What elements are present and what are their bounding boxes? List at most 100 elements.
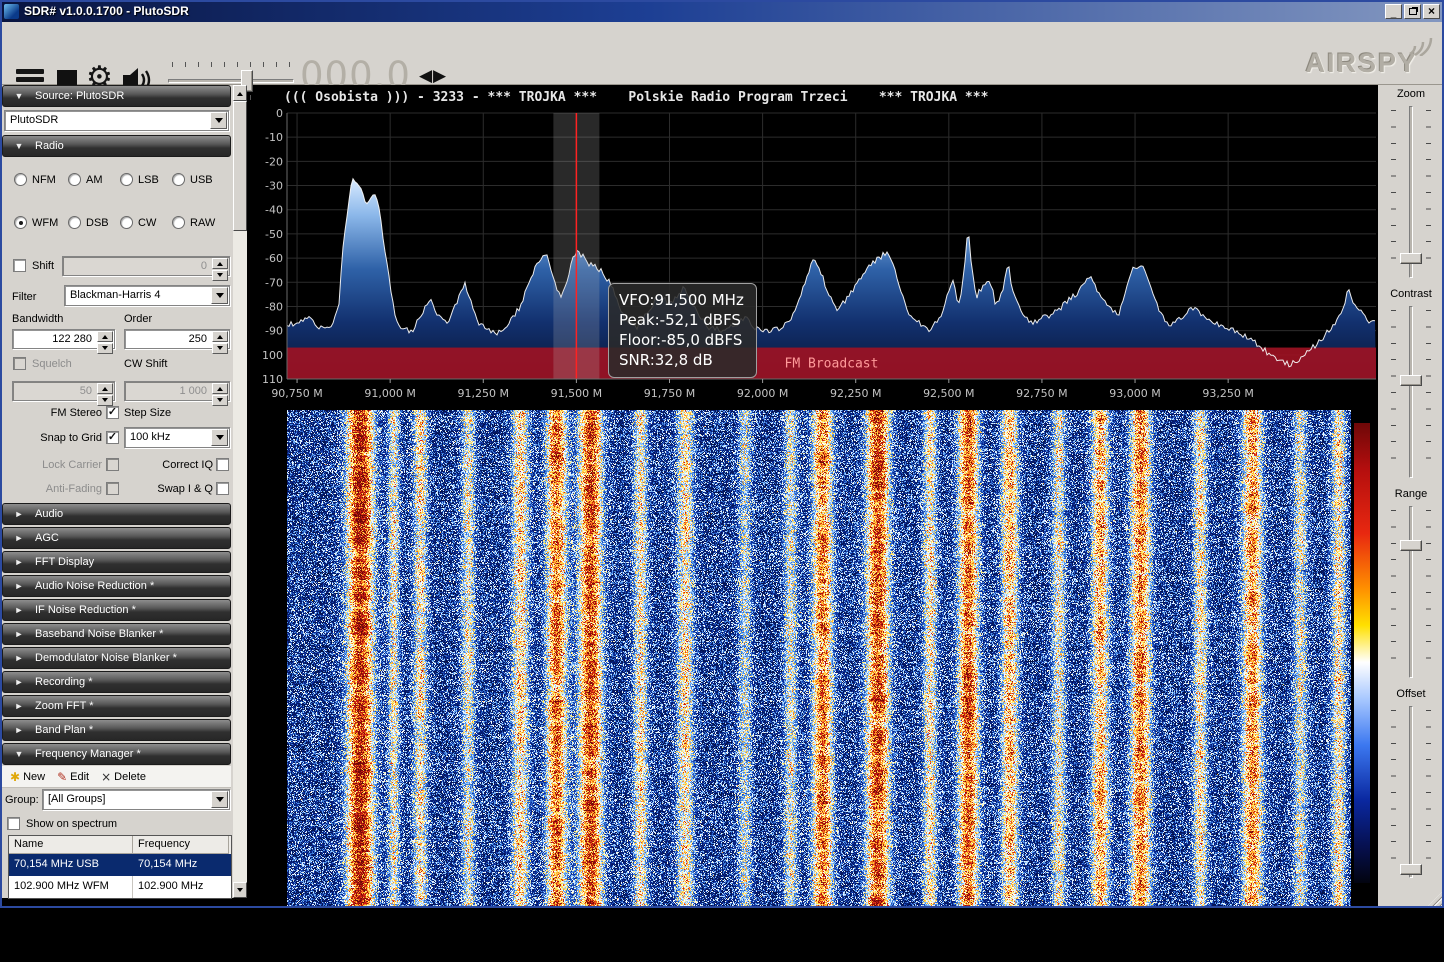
- zoom-slider[interactable]: Zoom: [1378, 88, 1444, 280]
- cw-shift-input[interactable]: 1 000: [124, 381, 230, 401]
- lock-carrier-checkbox[interactable]: [106, 458, 119, 471]
- chevron-down-icon[interactable]: [210, 112, 227, 129]
- slider-area[interactable]: [1391, 104, 1431, 280]
- range-slider[interactable]: Range: [1378, 488, 1444, 680]
- panel-header-zoom-fft[interactable]: ►Zoom FFT *: [2, 695, 231, 717]
- panel-header-fft-display[interactable]: ►FFT Display: [2, 551, 231, 573]
- slider-track[interactable]: [1409, 506, 1413, 678]
- mode-radio-lsb[interactable]: [120, 173, 133, 186]
- shift-input[interactable]: 0: [62, 256, 230, 276]
- column-header-name[interactable]: Name: [9, 836, 133, 854]
- scroll-up-icon[interactable]: [233, 85, 247, 101]
- spin-up-icon[interactable]: [97, 383, 113, 394]
- panel-header-frequency-manager[interactable]: ▼Frequency Manager *: [2, 743, 231, 765]
- step-size-label: Step Size: [124, 407, 171, 419]
- slider-area[interactable]: [1391, 704, 1431, 880]
- slider-track[interactable]: [1409, 306, 1413, 478]
- scrollbar-thumb[interactable]: [233, 101, 247, 231]
- spin-down-icon[interactable]: [212, 395, 228, 406]
- mode-label-raw: RAW: [190, 217, 215, 229]
- spin-up-icon[interactable]: [97, 331, 113, 342]
- spin-up-icon[interactable]: [212, 383, 228, 394]
- mode-radio-cw[interactable]: [120, 216, 133, 229]
- source-panel-header[interactable]: ▼ Source: PlutoSDR: [2, 85, 231, 107]
- delete-button[interactable]: ×Delete: [97, 769, 150, 785]
- mode-radio-raw[interactable]: [172, 216, 185, 229]
- panel-header-audio-noise-reduction[interactable]: ►Audio Noise Reduction *: [2, 575, 231, 597]
- mode-radio-nfm[interactable]: [14, 173, 27, 186]
- slider-track[interactable]: [1409, 706, 1413, 878]
- new-button[interactable]: ✱New: [6, 769, 49, 785]
- spectrum-plot[interactable]: FM Broadcast0-10-20-30-40-50-60-70-80-90…: [262, 105, 1378, 405]
- chevron-down-icon[interactable]: [211, 429, 228, 446]
- restore-button[interactable]: [1404, 4, 1421, 19]
- mode-radio-wfm[interactable]: [14, 216, 27, 229]
- order-label: Order: [124, 313, 152, 325]
- freq-axis-label: 92,750 M: [1016, 387, 1067, 400]
- snap-to-grid-checkbox[interactable]: [106, 431, 119, 444]
- table-row[interactable]: 70,154 MHz USB70,154 MHz: [9, 854, 231, 876]
- mode-radio-usb[interactable]: [172, 173, 185, 186]
- slider-area[interactable]: [1391, 304, 1431, 480]
- mode-radio-dsb[interactable]: [68, 216, 81, 229]
- panel-header-demodulator-noise-blanker[interactable]: ►Demodulator Noise Blanker *: [2, 647, 231, 669]
- shift-checkbox[interactable]: [13, 259, 26, 272]
- anti-fading-checkbox[interactable]: [106, 482, 119, 495]
- sidebar-scrollbar[interactable]: [233, 85, 247, 898]
- panel-header-band-plan[interactable]: ►Band Plan *: [2, 719, 231, 741]
- spin-down-icon[interactable]: [212, 343, 228, 354]
- swap-iq-checkbox[interactable]: [216, 482, 229, 495]
- tick-marks: [1426, 510, 1431, 674]
- waterfall-canvas[interactable]: [287, 410, 1351, 908]
- edit-button[interactable]: ✎Edit: [53, 769, 93, 785]
- table-row[interactable]: 102.900 MHz WFM102.900 MHz: [9, 876, 231, 898]
- spin-up-icon[interactable]: [212, 258, 228, 269]
- spin-down-icon[interactable]: [97, 343, 113, 354]
- contrast-slider[interactable]: Contrast: [1378, 288, 1444, 480]
- mode-radio-am[interactable]: [68, 173, 81, 186]
- show-on-spectrum-checkbox[interactable]: [7, 817, 20, 830]
- panel-header-agc[interactable]: ►AGC: [2, 527, 231, 549]
- db-axis-label: -40: [265, 204, 283, 217]
- collapsed-arrow-icon: ►: [3, 509, 35, 519]
- close-button[interactable]: ×: [1423, 4, 1440, 19]
- resize-grip-icon[interactable]: [1428, 892, 1442, 906]
- freq-axis-label: 91,250 M: [458, 387, 509, 400]
- squelch-input[interactable]: 50: [12, 381, 115, 401]
- spin-down-icon[interactable]: [97, 395, 113, 406]
- order-input[interactable]: 250: [124, 329, 230, 349]
- panel-header-baseband-noise-blanker[interactable]: ►Baseband Noise Blanker *: [2, 623, 231, 645]
- correct-iq-checkbox[interactable]: [216, 458, 229, 471]
- panel-header-audio[interactable]: ►Audio: [2, 503, 231, 525]
- minimize-button[interactable]: _: [1385, 4, 1402, 19]
- spin-down-icon[interactable]: [212, 270, 228, 281]
- chevron-down-icon[interactable]: [211, 791, 228, 808]
- title-bar[interactable]: SDR# v1.0.0.1700 - PlutoSDR _ ×: [0, 0, 1444, 22]
- mode-label-am: AM: [86, 174, 103, 186]
- step-size-select[interactable]: 100 kHz: [124, 427, 230, 448]
- panel-header-recording[interactable]: ►Recording *: [2, 671, 231, 693]
- main-display: ((( Osobista ))) - 3233 - *** TROJKA ***…: [262, 85, 1378, 908]
- tune-down-icon[interactable]: ◀: [419, 66, 432, 86]
- tune-up-icon[interactable]: ▶: [433, 66, 446, 86]
- chevron-down-icon[interactable]: [211, 287, 228, 304]
- offset-slider[interactable]: Offset: [1378, 688, 1444, 880]
- volume-track[interactable]: [168, 79, 294, 83]
- spin-up-icon[interactable]: [212, 331, 228, 342]
- slider-thumb[interactable]: [1400, 375, 1422, 386]
- bandwidth-input[interactable]: 122 280: [12, 329, 115, 349]
- source-select[interactable]: PlutoSDR: [4, 110, 229, 131]
- group-select[interactable]: [All Groups]: [42, 789, 230, 810]
- column-header-frequency[interactable]: Frequency: [133, 836, 229, 854]
- radio-panel-header[interactable]: ▼ Radio: [2, 135, 231, 157]
- filter-select[interactable]: Blackman-Harris 4: [64, 285, 230, 306]
- freq-axis-label: 93,000 M: [1109, 387, 1160, 400]
- slider-thumb[interactable]: [1400, 540, 1422, 551]
- slider-area[interactable]: [1391, 504, 1431, 680]
- scroll-down-icon[interactable]: [233, 882, 247, 898]
- panel-header-if-noise-reduction[interactable]: ►IF Noise Reduction *: [2, 599, 231, 621]
- squelch-checkbox[interactable]: [13, 357, 26, 370]
- slider-thumb[interactable]: [1400, 864, 1422, 875]
- slider-thumb[interactable]: [1400, 253, 1422, 264]
- fm-stereo-checkbox[interactable]: [106, 406, 119, 419]
